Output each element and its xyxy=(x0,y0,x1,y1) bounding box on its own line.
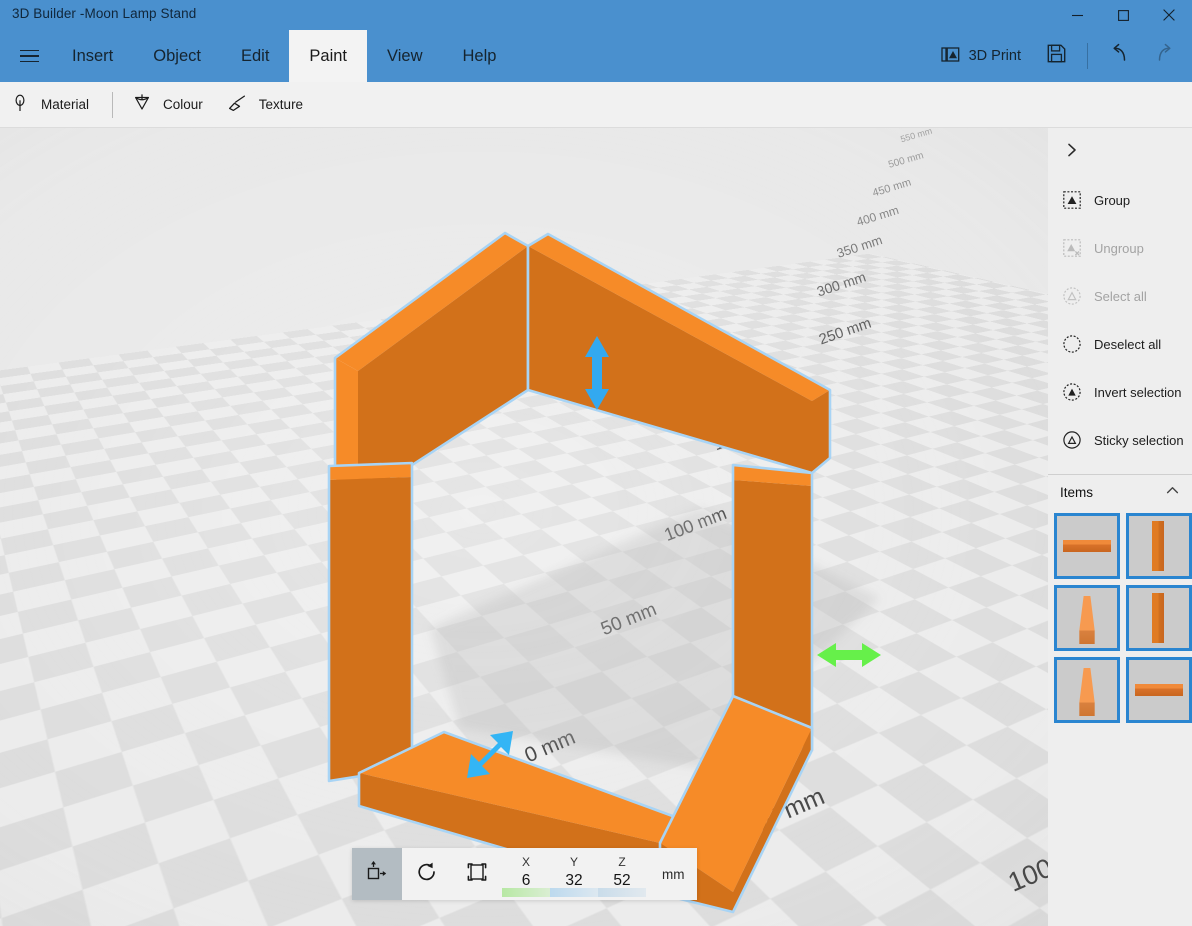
3d-viewport[interactable]: 550 mm500 mm450 mm400 mm350 mm300 mm250 … xyxy=(0,128,1048,926)
item-shape xyxy=(1135,684,1183,696)
item-shape xyxy=(1075,596,1099,644)
selection-panel: Group Ungroup Select all xyxy=(1048,128,1192,926)
axis-y-indicator xyxy=(550,888,598,897)
transform-values: X 6 Y 32 Z 52 xyxy=(502,848,646,900)
invert-selection-label: Invert selection xyxy=(1094,385,1181,400)
chevron-right-icon xyxy=(1064,142,1080,163)
close-button[interactable] xyxy=(1146,0,1192,30)
axis-x-indicator xyxy=(502,888,550,897)
rotate-icon xyxy=(415,860,439,889)
colour-bucket-icon xyxy=(132,93,152,116)
unit-label: mm xyxy=(646,848,685,900)
undo-button[interactable] xyxy=(1096,30,1142,82)
toolbar-separator xyxy=(112,92,113,118)
menu-bar-actions: 3D Print xyxy=(929,30,1188,82)
item-shape xyxy=(1152,593,1164,643)
maximize-button[interactable] xyxy=(1100,0,1146,30)
axis-y[interactable]: Y 32 xyxy=(550,851,598,903)
menu-tab-edit[interactable]: Edit xyxy=(221,30,289,82)
items-title: Items xyxy=(1060,485,1093,500)
build-plate-grid xyxy=(0,128,1048,808)
item-shape xyxy=(1063,540,1111,552)
sticky-selection-button[interactable]: Sticky selection xyxy=(1048,416,1192,464)
axis-z-label: Z xyxy=(598,855,646,869)
invert-selection-button[interactable]: Invert selection xyxy=(1048,368,1192,416)
3d-print-button[interactable]: 3D Print xyxy=(929,30,1033,82)
redo-button[interactable] xyxy=(1142,30,1188,82)
item-thumb-5[interactable] xyxy=(1054,657,1120,723)
move-tool-button[interactable] xyxy=(352,848,402,900)
title-bar: 3D Builder -Moon Lamp Stand xyxy=(0,0,1192,30)
transform-toolbar: X 6 Y 32 Z 52 mm xyxy=(352,848,697,900)
item-thumb-3[interactable] xyxy=(1054,585,1120,651)
sticky-selection-label: Sticky selection xyxy=(1094,433,1184,448)
group-button[interactable]: Group xyxy=(1048,176,1192,224)
3d-print-label: 3D Print xyxy=(969,48,1021,64)
menu-tabs: Insert Object Edit Paint View Help xyxy=(52,30,516,82)
item-thumb-2[interactable] xyxy=(1126,513,1192,579)
select-all-icon xyxy=(1062,286,1082,306)
save-icon xyxy=(1047,44,1066,68)
save-button[interactable] xyxy=(1033,30,1079,82)
axis-z[interactable]: Z 52 xyxy=(598,851,646,903)
invert-selection-icon xyxy=(1062,382,1082,402)
sticky-selection-icon xyxy=(1062,430,1082,450)
material-icon xyxy=(10,93,30,116)
axis-z-indicator xyxy=(598,888,646,897)
rotate-tool-button[interactable] xyxy=(402,848,452,900)
item-shape xyxy=(1075,668,1099,716)
group-icon xyxy=(1062,190,1082,210)
items-section-header[interactable]: Items xyxy=(1048,475,1192,509)
menu-bar: Insert Object Edit Paint View Help 3D Pr… xyxy=(0,30,1192,82)
menu-tab-paint[interactable]: Paint xyxy=(289,30,367,82)
material-label: Material xyxy=(41,97,89,112)
scale-tool-button[interactable] xyxy=(452,848,502,900)
menu-tab-help[interactable]: Help xyxy=(442,30,516,82)
paint-toolbar: Material Colour Texture xyxy=(0,82,1192,128)
material-button[interactable]: Material xyxy=(0,82,103,128)
window-title: 3D Builder -Moon Lamp Stand xyxy=(12,6,196,21)
panel-collapse-button[interactable] xyxy=(1048,128,1192,176)
axis-x[interactable]: X 6 xyxy=(502,851,550,903)
ruler-label: 400 mm xyxy=(855,203,901,229)
ruler-label: 450 mm xyxy=(871,176,913,199)
deselect-all-icon xyxy=(1062,334,1082,354)
ruler-label: 550 mm xyxy=(899,128,933,144)
menu-tab-insert[interactable]: Insert xyxy=(52,30,133,82)
axis-y-label: Y xyxy=(550,855,598,869)
menu-tab-view[interactable]: View xyxy=(367,30,442,82)
menu-tab-object[interactable]: Object xyxy=(133,30,221,82)
ungroup-button[interactable]: Ungroup xyxy=(1048,224,1192,272)
select-all-label: Select all xyxy=(1094,289,1147,304)
hamburger-menu-button[interactable] xyxy=(5,30,53,82)
select-all-button[interactable]: Select all xyxy=(1048,272,1192,320)
move-icon xyxy=(365,860,389,889)
window-controls xyxy=(1054,0,1192,30)
group-label: Group xyxy=(1094,193,1130,208)
deselect-all-label: Deselect all xyxy=(1094,337,1161,352)
undo-icon xyxy=(1108,43,1130,70)
toolbar-divider xyxy=(1087,43,1088,69)
item-shape xyxy=(1152,521,1164,571)
minimize-button[interactable] xyxy=(1054,0,1100,30)
ungroup-icon xyxy=(1062,238,1082,258)
texture-button[interactable]: Texture xyxy=(217,82,317,128)
item-thumb-1[interactable] xyxy=(1054,513,1120,579)
hamburger-icon xyxy=(20,46,39,67)
printer-icon xyxy=(941,45,960,68)
ungroup-label: Ungroup xyxy=(1094,241,1144,256)
chevron-up-icon xyxy=(1165,483,1180,501)
deselect-all-button[interactable]: Deselect all xyxy=(1048,320,1192,368)
item-thumb-4[interactable] xyxy=(1126,585,1192,651)
texture-label: Texture xyxy=(259,97,303,112)
axis-x-label: X xyxy=(502,855,550,869)
texture-brush-icon xyxy=(227,93,248,117)
items-thumbnail-grid xyxy=(1048,509,1192,723)
scale-icon xyxy=(465,860,489,889)
item-thumb-6[interactable] xyxy=(1126,657,1192,723)
colour-label: Colour xyxy=(163,97,203,112)
ruler-label: 500 mm xyxy=(887,150,925,171)
colour-button[interactable]: Colour xyxy=(122,82,217,128)
redo-icon xyxy=(1154,43,1176,70)
